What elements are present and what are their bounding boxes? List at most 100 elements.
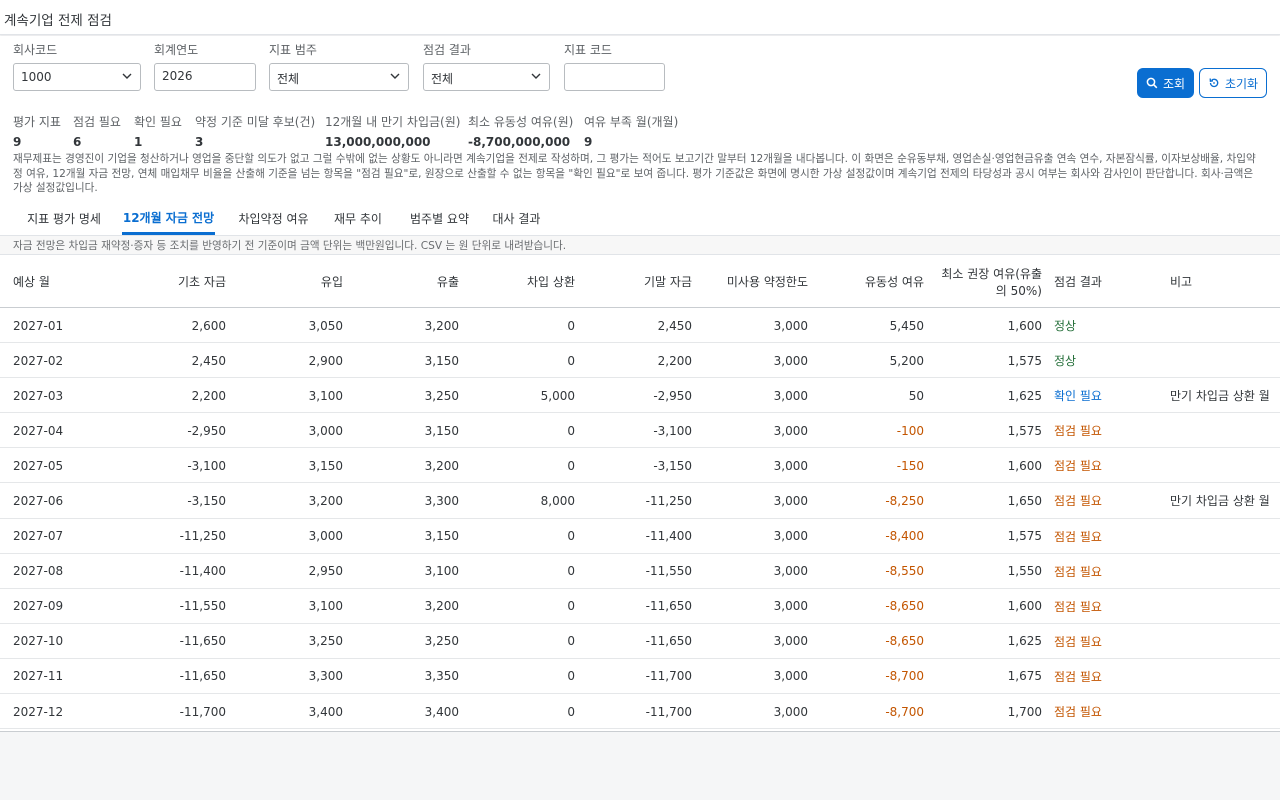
cell-outflow: 3,200 [424,458,459,473]
column-header-check-result[interactable]: 점검 결과 [1054,255,1158,308]
main-panel: 회사코드 1000 회계연도 지표 범주 전체 점검 결과 전체 지표 코드 조… [0,36,1280,732]
cell-loan-repayment: 5,000 [540,388,575,403]
table-row[interactable]: 2027-05 -3,100 3,150 3,200 0 -3,150 3,000 -150 1… [0,448,1280,484]
table-row[interactable]: 2027-10 -11,650 3,250 3,250 0 -11,650 3,000 -8,… [0,623,1280,659]
table-row[interactable]: 2027-09 -11,550 3,100 3,200 0 -11,650 3,000 -8,… [0,588,1280,624]
cell-opening-cash: -11,400 [179,564,226,579]
cell-remarks [1170,589,1280,624]
cell-liquidity-headroom: -150 [896,458,924,473]
cell-opening-cash: -11,700 [179,704,226,719]
table-row[interactable]: 2027-01 2,600 3,050 3,200 0 2,450 3,000 5,450 1,… [0,308,1280,344]
column-header-unused-credit-line[interactable]: 미사용 약정한도 [702,255,808,308]
indicator-code-field[interactable] [572,69,662,83]
cell-month: 2027-06 [13,493,64,508]
cell-remarks [1170,308,1280,343]
cell-remarks [1170,413,1280,448]
cell-inflow: 3,100 [308,388,343,403]
fiscal-year-input[interactable] [154,63,256,91]
cell-liquidity-headroom: 5,450 [889,318,924,333]
search-button-label: 조회 [1162,76,1186,91]
cell-unused-credit-line: 3,000 [773,564,808,579]
column-header-outflow[interactable]: 유출 [352,255,459,308]
cell-inflow: 3,000 [308,529,343,544]
company-code-select[interactable]: 1000 [13,63,141,91]
cell-inflow: 3,250 [308,634,343,649]
tab-reconciliation-result[interactable]: 대사 결과 [487,200,546,236]
tab-covenant-headroom[interactable]: 차입약정 여유 [232,200,315,236]
cell-check-result: 점검 필요 [1054,564,1102,579]
cell-min-recommended-headroom: 1,550 [1007,564,1042,579]
cell-opening-cash: -2,950 [187,423,226,438]
cell-min-recommended-headroom: 1,700 [1007,704,1042,719]
table-row[interactable]: 2027-07 -11,250 3,000 3,150 0 -11,400 3,000 -8,… [0,518,1280,554]
reset-button[interactable]: 초기화 [1199,68,1267,98]
cell-opening-cash: 2,600 [191,318,226,333]
fiscal-year-label: 회계연도 [154,43,199,57]
cell-remarks [1170,343,1280,378]
cell-min-recommended-headroom: 1,600 [1007,599,1042,614]
check-result-value: 전체 [431,72,454,86]
cell-check-result: 점검 필요 [1054,634,1102,649]
table-row[interactable]: 2027-02 2,450 2,900 3,150 0 2,200 3,000 5,200 1,… [0,343,1280,379]
cell-opening-cash: -11,550 [179,599,226,614]
cell-closing-cash: -3,100 [653,423,692,438]
indicator-category-select[interactable]: 전체 [269,63,409,91]
table-row[interactable]: 2027-03 2,200 3,100 3,250 5,000 -2,950 3,000 50… [0,378,1280,414]
column-header-liquidity-headroom[interactable]: 유동성 여유 [818,255,924,308]
indicator-code-input[interactable] [564,63,665,91]
cell-month: 2027-04 [13,423,64,438]
table-row[interactable]: 2027-12 -11,700 3,400 3,400 0 -11,700 3,000 -8,… [0,694,1280,730]
cell-check-result: 점검 필요 [1054,669,1102,684]
description-text: 재무제표는 경영진이 기업을 청산하거나 영업을 중단할 의도가 없고 그럴 수… [13,153,1256,195]
cell-loan-repayment: 0 [567,423,575,438]
cell-remarks [1170,659,1280,694]
cell-unused-credit-line: 3,000 [773,599,808,614]
cell-opening-cash: 2,450 [191,353,226,368]
cell-outflow: 3,150 [424,529,459,544]
fiscal-year-field[interactable] [162,69,252,83]
cell-inflow: 2,900 [308,353,343,368]
title-bar: 계속기업 전제 점검 [0,0,1280,35]
tab-indicator-evaluation[interactable]: 지표 평가 명세 [16,200,112,236]
cell-month: 2027-08 [13,564,64,579]
cell-remarks [1170,519,1280,554]
cell-opening-cash: -3,150 [187,493,226,508]
kpi-confirm-needed: 확인 필요 1 [134,113,182,149]
chevron-down-icon [531,73,541,79]
indicator-category-label: 지표 범주 [269,43,317,57]
column-header-remarks[interactable]: 비고 [1170,255,1280,308]
cell-month: 2027-03 [13,388,64,403]
column-header-opening-cash[interactable]: 기초 자금 [110,255,226,308]
cell-check-result: 정상 [1054,354,1077,369]
cell-liquidity-headroom: -8,650 [885,599,924,614]
column-header-closing-cash[interactable]: 기말 자금 [585,255,692,308]
cell-closing-cash: -11,400 [645,529,692,544]
column-header-loan-repayment[interactable]: 차입 상환 [468,255,575,308]
indicator-code-label: 지표 코드 [564,43,612,57]
search-button[interactable]: 조회 [1137,68,1194,98]
table-row[interactable]: 2027-11 -11,650 3,300 3,350 0 -11,700 3,000 -8,… [0,658,1280,695]
cell-check-result: 점검 필요 [1054,529,1102,544]
column-header-month[interactable]: 예상 월 [13,255,103,308]
cell-liquidity-headroom: 50 [908,388,924,403]
tab-category-summary[interactable]: 범주별 요약 [401,200,478,236]
column-header-min-recommended-headroom[interactable]: 최소 권장 여유(유출의 50%) [934,255,1042,308]
cell-closing-cash: -11,650 [645,599,692,614]
table-row[interactable]: 2027-08 -11,400 2,950 3,100 0 -11,550 3,000 -8,… [0,553,1280,589]
table-row[interactable]: 2027-06 -3,150 3,200 3,300 8,000 -11,250 3,000… [0,483,1280,519]
table-body: 2027-01 2,600 3,050 3,200 0 2,450 3,000 5,450 1,… [0,308,1280,730]
tab-financial-trend[interactable]: 재무 추이 [328,200,388,236]
cell-month: 2027-07 [13,529,64,544]
search-icon [1146,77,1158,89]
check-result-select[interactable]: 전체 [423,63,550,91]
tab-12-month-cash-forecast[interactable]: 12개월 자금 전망 [122,200,215,235]
cell-inflow: 3,100 [308,599,343,614]
column-header-inflow[interactable]: 유입 [236,255,343,308]
cell-check-result: 점검 필요 [1054,599,1102,614]
cell-unused-credit-line: 3,000 [773,353,808,368]
cell-inflow: 3,150 [308,458,343,473]
reset-button-label: 초기화 [1224,76,1259,91]
cell-remarks [1170,624,1280,659]
table-row[interactable]: 2027-04 -2,950 3,000 3,150 0 -3,100 3,000 -100 1… [0,413,1280,449]
cell-liquidity-headroom: -8,650 [885,634,924,649]
